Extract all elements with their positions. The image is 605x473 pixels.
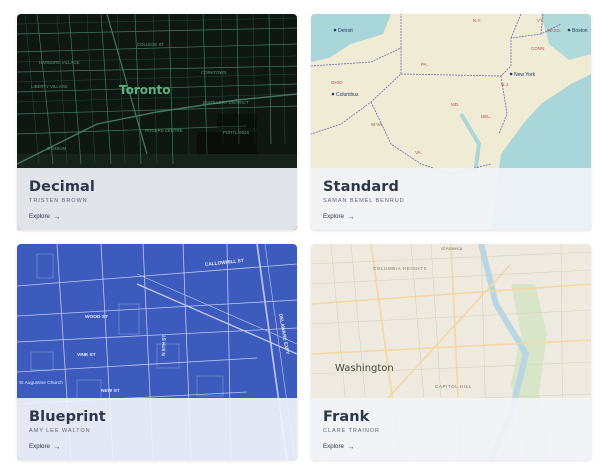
svg-text:PORTLANDS: PORTLANDS xyxy=(223,130,249,135)
arrow-right-icon: → xyxy=(346,212,355,221)
decimal-city-label: Toronto xyxy=(119,83,171,97)
style-card-info: Standard SAMAN BEMEL BENRUD Explore → xyxy=(311,168,591,230)
explore-link-standard[interactable]: Explore → xyxy=(323,213,354,221)
svg-text:of America: of America xyxy=(441,246,463,251)
svg-text:STADIUM: STADIUM xyxy=(47,146,66,151)
style-title: Blueprint xyxy=(29,409,106,425)
svg-text:OHIO: OHIO xyxy=(331,80,343,85)
svg-text:Boston: Boston xyxy=(572,28,588,34)
style-card-frank[interactable]: of America COLUMBIA HEIGHTS CAPITOL HILL… xyxy=(311,244,591,460)
explore-link-frank[interactable]: Explore → xyxy=(323,443,354,451)
svg-text:MD.: MD. xyxy=(451,102,459,107)
svg-text:VINE ST: VINE ST xyxy=(77,352,96,358)
svg-text:DEL.: DEL. xyxy=(481,114,491,119)
style-card-info: Decimal TRISTEN BROWN Explore → xyxy=(17,168,297,230)
explore-label: Explore xyxy=(323,443,344,451)
svg-text:LIBERTY VILLAGE: LIBERTY VILLAGE xyxy=(31,84,68,89)
svg-text:MASS.: MASS. xyxy=(547,28,561,33)
svg-text:DISTILLERY DISTRICT: DISTILLERY DISTRICT xyxy=(203,100,249,105)
svg-text:CONN.: CONN. xyxy=(531,46,546,51)
style-card-info: Frank CLARE TRAINOR Explore → xyxy=(311,398,591,460)
explore-link-blueprint[interactable]: Explore → xyxy=(29,443,60,451)
arrow-right-icon: → xyxy=(52,212,61,221)
svg-text:New York: New York xyxy=(514,72,536,78)
svg-text:CORKTOWN: CORKTOWN xyxy=(201,70,226,75)
svg-text:NEW ST: NEW ST xyxy=(101,388,120,394)
style-gallery: Toronto HARBORD VILLAGE LIBERTY VILLAGE … xyxy=(0,0,605,473)
svg-text:Detroit: Detroit xyxy=(338,28,353,34)
svg-text:N.J.: N.J. xyxy=(501,82,509,87)
svg-text:PA.: PA. xyxy=(421,62,428,67)
style-card-decimal[interactable]: Toronto HARBORD VILLAGE LIBERTY VILLAGE … xyxy=(17,14,297,230)
svg-text:HARBORD VILLAGE: HARBORD VILLAGE xyxy=(39,60,80,65)
explore-link-decimal[interactable]: Explore → xyxy=(29,213,60,221)
svg-text:N.Y.: N.Y. xyxy=(473,18,481,23)
style-author: TRISTEN BROWN xyxy=(29,198,88,204)
svg-text:ROGERS CENTRE: ROGERS CENTRE xyxy=(145,128,183,133)
style-title: Decimal xyxy=(29,179,95,195)
style-author: AMY LEE WALTON xyxy=(29,428,91,434)
style-title: Frank xyxy=(323,409,370,425)
style-card-standard[interactable]: N.Y. PA. OHIO W.VA. VA. MD. N.J. CONN. M… xyxy=(311,14,591,230)
explore-label: Explore xyxy=(29,443,50,451)
svg-text:VT.: VT. xyxy=(537,18,544,23)
arrow-right-icon: → xyxy=(52,442,61,451)
svg-text:COLLEGE ST: COLLEGE ST xyxy=(137,42,164,47)
svg-text:VA.: VA. xyxy=(415,150,422,155)
svg-text:Columbus: Columbus xyxy=(336,92,359,98)
svg-text:St Augustine Church: St Augustine Church xyxy=(19,380,63,386)
explore-label: Explore xyxy=(323,213,344,221)
svg-text:W.VA.: W.VA. xyxy=(371,122,383,127)
explore-label: Explore xyxy=(29,213,50,221)
svg-text:COLUMBIA HEIGHTS: COLUMBIA HEIGHTS xyxy=(373,266,427,271)
style-card-blueprint[interactable]: CALLOWHILL ST WOOD ST VINE ST NEW ST DEL… xyxy=(17,244,297,460)
svg-text:WOOD ST: WOOD ST xyxy=(85,314,108,320)
style-author: CLARE TRAINOR xyxy=(323,428,380,434)
arrow-right-icon: → xyxy=(346,442,355,451)
svg-text:N 5TH ST: N 5TH ST xyxy=(161,334,168,356)
svg-text:CAPITOL HILL: CAPITOL HILL xyxy=(435,384,472,389)
style-author: SAMAN BEMEL BENRUD xyxy=(323,198,405,204)
frank-city-label: Washington xyxy=(335,363,394,374)
style-title: Standard xyxy=(323,179,399,195)
style-card-info: Blueprint AMY LEE WALTON Explore → xyxy=(17,398,297,460)
